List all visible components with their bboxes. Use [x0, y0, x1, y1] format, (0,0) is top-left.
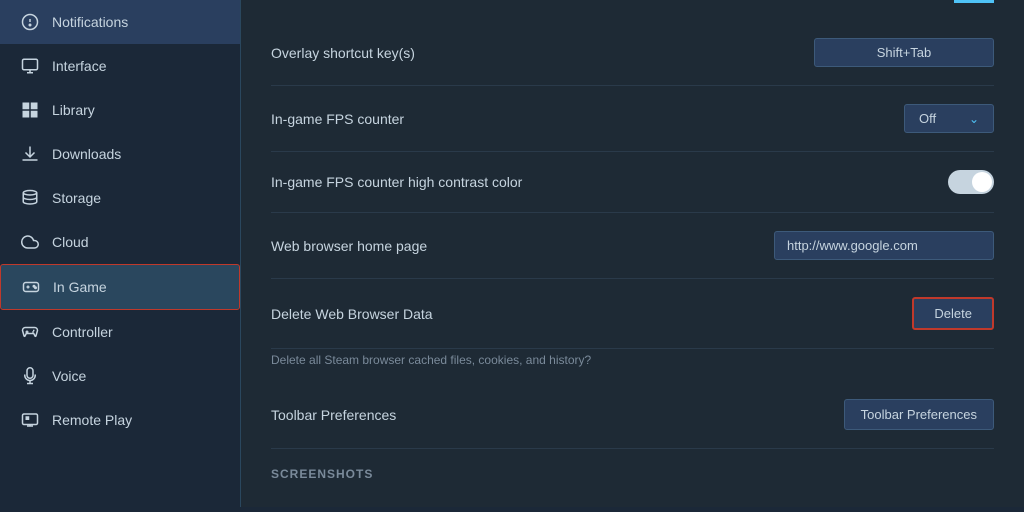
fps-contrast-control: [948, 170, 994, 194]
sidebar-item-remote-play[interactable]: Remote Play: [0, 398, 240, 442]
sidebar-item-notifications[interactable]: Notifications: [0, 0, 240, 44]
toolbar-row: Toolbar Preferences Toolbar Preferences: [271, 381, 994, 449]
sidebar-label-downloads: Downloads: [52, 146, 121, 162]
sidebar-item-controller[interactable]: Controller: [0, 310, 240, 354]
controller-icon: [20, 322, 40, 342]
cloud-icon: [20, 232, 40, 252]
sidebar-item-interface[interactable]: Interface: [0, 44, 240, 88]
storage-icon: [20, 188, 40, 208]
sidebar-label-interface: Interface: [52, 58, 106, 74]
sidebar-label-notifications: Notifications: [52, 14, 128, 30]
sidebar: Notifications Interface Library: [0, 0, 240, 512]
sidebar-label-in-game: In Game: [53, 279, 107, 295]
sidebar-label-storage: Storage: [52, 190, 101, 206]
sidebar-item-downloads[interactable]: Downloads: [0, 132, 240, 176]
sidebar-item-library[interactable]: Library: [0, 88, 240, 132]
fps-counter-row: In-game FPS counter Off ⌄: [271, 86, 994, 152]
fps-counter-control: Off ⌄: [904, 104, 994, 133]
top-accent-bar: [954, 0, 994, 3]
web-browser-row: Web browser home page: [271, 213, 994, 279]
sidebar-label-library: Library: [52, 102, 95, 118]
delete-browser-control: Delete: [912, 297, 994, 330]
sidebar-item-cloud[interactable]: Cloud: [0, 220, 240, 264]
library-icon: [20, 100, 40, 120]
screenshots-header: SCREENSHOTS: [271, 449, 994, 487]
sidebar-label-remote-play: Remote Play: [52, 412, 132, 428]
delete-browser-row: Delete Web Browser Data Delete: [271, 279, 994, 349]
remote-play-icon: [20, 410, 40, 430]
toolbar-control: Toolbar Preferences: [844, 399, 994, 430]
sidebar-label-cloud: Cloud: [52, 234, 89, 250]
delete-browser-label: Delete Web Browser Data: [271, 306, 433, 322]
notifications-icon: [20, 12, 40, 32]
fps-contrast-toggle[interactable]: [948, 170, 994, 194]
dropdown-arrow-icon: ⌄: [969, 112, 979, 126]
web-browser-input[interactable]: [774, 231, 994, 260]
toolbar-label: Toolbar Preferences: [271, 407, 396, 423]
fps-counter-label: In-game FPS counter: [271, 111, 404, 127]
delete-button[interactable]: Delete: [912, 297, 994, 330]
sidebar-label-controller: Controller: [52, 324, 113, 340]
voice-icon: [20, 366, 40, 386]
sidebar-label-voice: Voice: [52, 368, 86, 384]
fps-counter-dropdown[interactable]: Off ⌄: [904, 104, 994, 133]
overlay-shortcut-label: Overlay shortcut key(s): [271, 45, 415, 61]
fps-contrast-toggle-container: [948, 170, 994, 194]
interface-icon: [20, 56, 40, 76]
toolbar-preferences-button[interactable]: Toolbar Preferences: [844, 399, 994, 430]
downloads-icon: [20, 144, 40, 164]
fps-contrast-label: In-game FPS counter high contrast color: [271, 174, 522, 190]
sidebar-item-voice[interactable]: Voice: [0, 354, 240, 398]
in-game-icon: [21, 277, 41, 297]
overlay-shortcut-input[interactable]: Shift+Tab: [814, 38, 994, 67]
sidebar-item-in-game[interactable]: In Game: [0, 264, 240, 310]
fps-counter-value: Off: [919, 111, 936, 126]
web-browser-control: [774, 231, 994, 260]
web-browser-label: Web browser home page: [271, 238, 427, 254]
sidebar-item-storage[interactable]: Storage: [0, 176, 240, 220]
main-content: Overlay shortcut key(s) Shift+Tab In-gam…: [240, 0, 1024, 507]
fps-contrast-row: In-game FPS counter high contrast color: [271, 152, 994, 213]
delete-description: Delete all Steam browser cached files, c…: [271, 349, 994, 381]
overlay-shortcut-row: Overlay shortcut key(s) Shift+Tab: [271, 20, 994, 86]
overlay-shortcut-control: Shift+Tab: [814, 38, 994, 67]
